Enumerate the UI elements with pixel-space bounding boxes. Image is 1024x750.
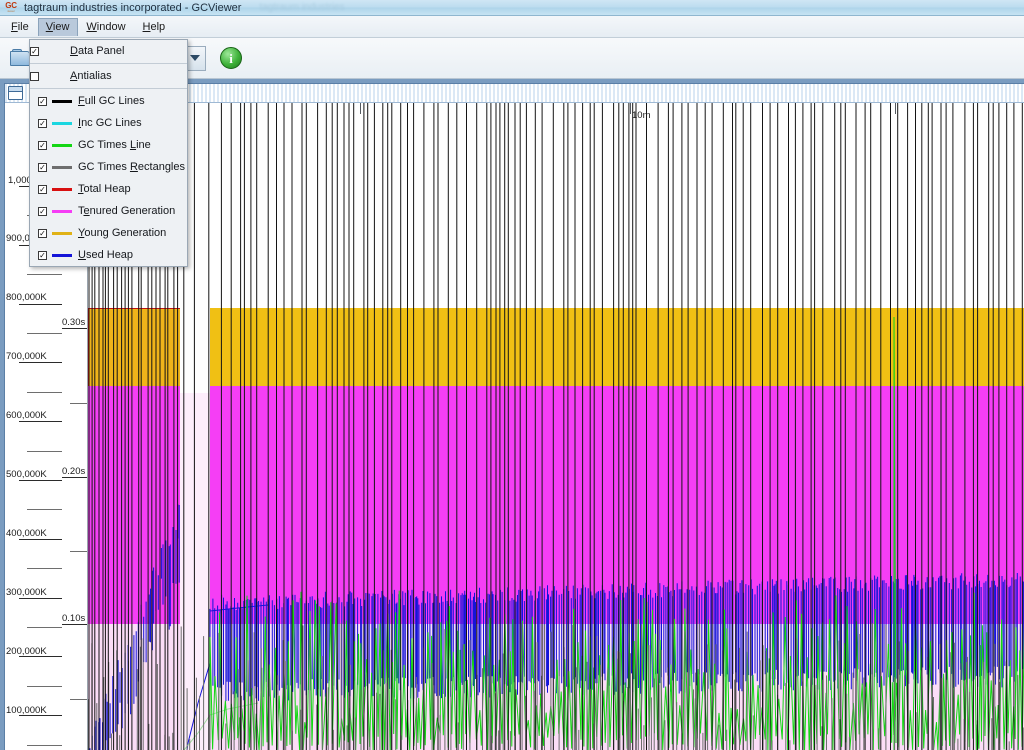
menu-item-checkbox[interactable]: ✓ <box>38 118 47 128</box>
menu-color-swatch <box>52 209 72 213</box>
plot-area[interactable]: 10m <box>88 103 1024 750</box>
menubar-item-help[interactable]: Help <box>135 18 175 36</box>
menu-separator <box>30 63 187 64</box>
menu-separator <box>30 88 187 89</box>
menu-color-swatch <box>52 231 72 235</box>
about-button[interactable]: i <box>216 43 246 73</box>
menu-item-label: GC Times Rectangles <box>78 161 185 173</box>
menu-color-swatch <box>52 121 72 125</box>
menubar-item-file-label: ile <box>17 20 29 33</box>
time-tick-020s: 0.20s <box>62 466 86 477</box>
mem-tick-400000K: 400,000K <box>6 528 47 539</box>
menu-color-swatch <box>52 165 72 169</box>
menu-item-gc-times-rectangles[interactable]: ✓ GC Times Rectangles <box>30 156 187 178</box>
time-tick-010s: 0.10s <box>62 613 86 624</box>
menu-item-inc-gc-lines[interactable]: ✓ Inc GC Lines <box>30 112 187 134</box>
window-title: tagtraum industries incorporated - GCVie… <box>24 1 242 14</box>
mem-tick-300000K: 300,000K <box>6 587 47 598</box>
mem-tick-500000K: 500,000K <box>6 469 47 480</box>
menubar-item-view[interactable]: View <box>37 17 79 36</box>
document-icon <box>8 86 23 100</box>
time-tick-030s: 0.30s <box>62 317 86 328</box>
menu-item-checkbox[interactable]: ✓ <box>38 162 47 172</box>
menu-item-label: GC Times Line <box>78 139 151 151</box>
mem-tick-600000K: 600,000K <box>6 410 47 421</box>
menu-item-label: Total Heap <box>78 183 131 195</box>
window-title-ghost: tagtraum industries <box>259 2 345 13</box>
menu-item-checkbox[interactable]: ✓ <box>38 184 47 194</box>
menu-item-label: Young Generation <box>78 227 167 239</box>
mem-tick-700000K: 700,000K <box>6 351 47 362</box>
menubar-item-help-label: elp <box>150 20 166 33</box>
menu-item-checkbox[interactable]: ✓ <box>38 96 47 106</box>
menu-item-label: Data Panel <box>70 45 125 57</box>
menu-item-used-heap[interactable]: ✓ Used Heap <box>30 244 187 266</box>
menu-item-checkbox[interactable]: ✓ <box>38 206 47 216</box>
menu-item-label: Tenured Generation <box>78 205 176 217</box>
menu-item-label: Used Heap <box>78 249 134 261</box>
window-titlebar: GC viewer tagtraum industries incorporat… <box>0 0 1024 16</box>
mem-tick-800000K: 800,000K <box>6 292 47 303</box>
full-gc-lines <box>88 103 1023 750</box>
menu-item-antialias[interactable]: Antialias <box>30 65 187 87</box>
gcviewer-logo-icon: GC viewer <box>2 1 20 15</box>
menu-color-swatch <box>52 253 72 257</box>
menu-item-checkbox[interactable]: ✓ <box>38 250 47 260</box>
menu-color-swatch <box>52 143 72 147</box>
menu-item-label: Inc GC Lines <box>78 117 142 129</box>
menubar-item-view-label: iew <box>52 20 70 33</box>
menu-item-label: Full GC Lines <box>78 95 145 107</box>
menubar-item-window[interactable]: Window <box>78 18 134 36</box>
menu-item-checkbox[interactable]: ✓ <box>38 228 47 238</box>
menu-item-checkbox[interactable]: ✓ <box>30 46 39 56</box>
menu-color-swatch <box>52 99 72 103</box>
info-icon: i <box>220 47 242 69</box>
logo-sub-text: viewer <box>7 9 15 13</box>
menu-item-label: Antialias <box>70 70 112 82</box>
gcviewer-window: GC viewer tagtraum industries incorporat… <box>0 0 1024 750</box>
menu-item-young-generation[interactable]: ✓ Young Generation <box>30 222 187 244</box>
view-menu-popup[interactable]: ✓ Data Panel Antialias ✓ Full GC Lines ✓ Inc G… <box>29 39 188 267</box>
menu-item-gc-times-line[interactable]: ✓ GC Times Line <box>30 134 187 156</box>
menu-item-total-heap[interactable]: ✓ Total Heap <box>30 178 187 200</box>
menubar: File View Window Help <box>0 16 1024 38</box>
menu-item-checkbox[interactable] <box>30 71 39 81</box>
menu-item-tenured-generation[interactable]: ✓ Tenured Generation <box>30 200 187 222</box>
menu-item-data-panel[interactable]: ✓ Data Panel <box>30 40 187 62</box>
menu-item-checkbox[interactable]: ✓ <box>38 140 47 150</box>
menu-item-full-gc-lines[interactable]: ✓ Full GC Lines <box>30 90 187 112</box>
menubar-item-file[interactable]: File <box>3 18 38 36</box>
menubar-item-window-label: indow <box>96 20 126 33</box>
menu-color-swatch <box>52 187 72 191</box>
